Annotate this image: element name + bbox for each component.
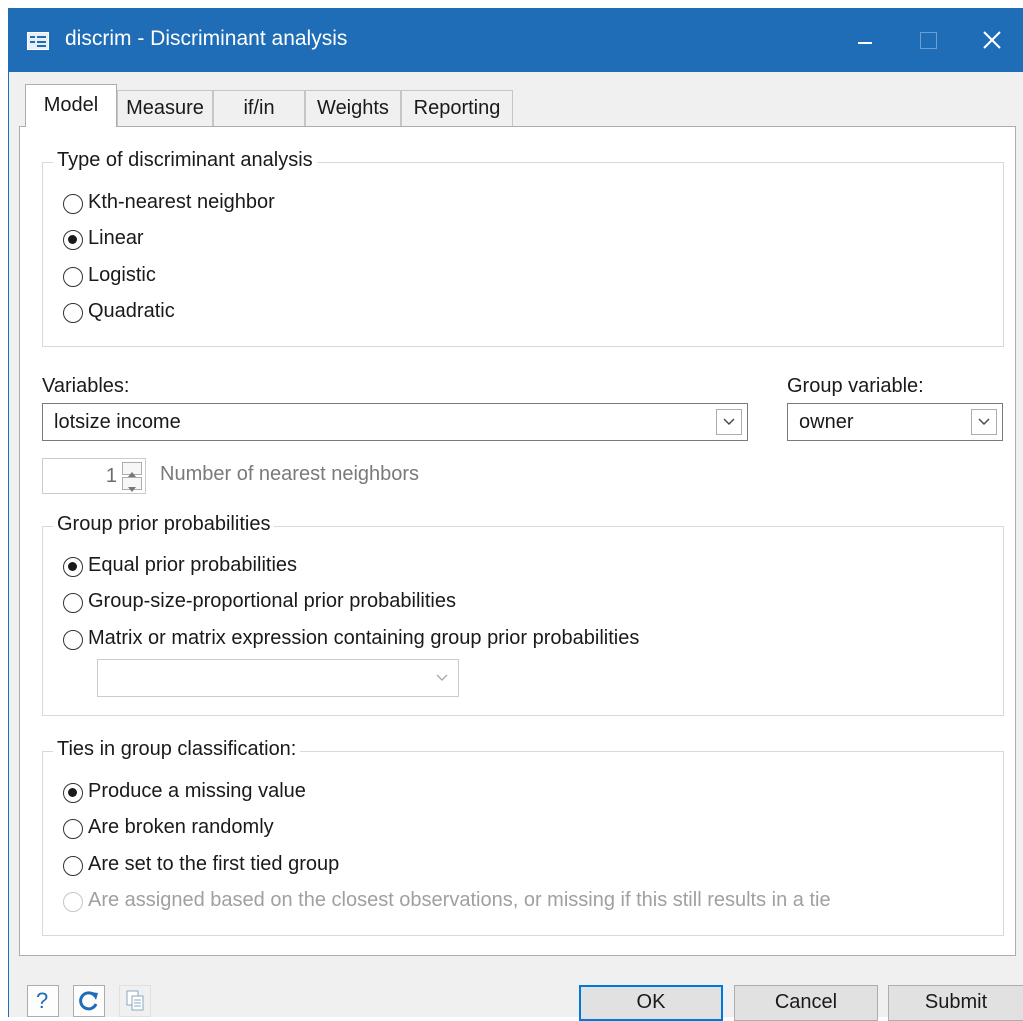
tab-weights[interactable]: Weights — [305, 90, 401, 126]
radio-label: Are set to the first tied group — [88, 853, 340, 875]
priors-title: Group prior probabilities — [53, 513, 275, 536]
refresh-icon — [79, 991, 98, 1011]
group-variable-combo[interactable]: owner — [787, 403, 1003, 441]
chevron-down-icon — [978, 418, 990, 425]
neighbors-label: Number of nearest neighbors — [160, 463, 420, 485]
radio-button[interactable] — [63, 593, 83, 613]
tab-model[interactable]: Model — [25, 84, 117, 127]
radio-button[interactable] — [63, 856, 83, 876]
radio-button[interactable] — [63, 303, 83, 323]
chevron-down-icon — [128, 487, 136, 492]
ok-button[interactable]: OK — [579, 985, 723, 1021]
tab-if-in[interactable]: if/in — [213, 90, 305, 126]
radio-button[interactable] — [63, 230, 83, 250]
radio-button[interactable] — [63, 194, 83, 214]
help-button[interactable]: ? — [27, 985, 59, 1017]
chevron-down-icon — [723, 418, 735, 425]
group-variable-label: Group variable: — [787, 375, 924, 397]
radio-label: Group-size-proportional prior probabilit… — [88, 590, 456, 612]
spin-down-button[interactable] — [122, 477, 142, 492]
copy-icon — [126, 990, 144, 1011]
radio-label: Quadratic — [88, 300, 175, 322]
tab-reporting[interactable]: Reporting — [401, 90, 513, 126]
title-bar[interactable]: discrim - Discriminant analysis — [9, 8, 1023, 72]
maximize-button[interactable] — [896, 8, 960, 72]
radio-label: Linear — [88, 227, 144, 249]
priors-group: Group prior probabilities Equal prior pr… — [42, 513, 1004, 716]
help-icon: ? — [36, 988, 49, 1013]
radio-label: Matrix or matrix expression containing g… — [88, 627, 640, 649]
spinner-buttons — [122, 462, 142, 492]
group-variable-value: owner — [799, 411, 854, 433]
matrix-combo[interactable] — [97, 659, 459, 697]
window-title: discrim - Discriminant analysis — [65, 27, 348, 50]
maximize-icon — [920, 32, 937, 49]
ties-group: Ties in group classification: Produce a … — [42, 738, 1004, 936]
tab-measure[interactable]: Measure — [117, 90, 213, 126]
spin-up-button[interactable] — [122, 462, 142, 477]
dialog-icon — [27, 32, 49, 50]
minimize-icon — [858, 42, 872, 44]
radio-button[interactable] — [63, 557, 83, 577]
radio-label: Are broken randomly — [88, 816, 274, 838]
dialog-window: discrim - Discriminant analysis Model Me… — [8, 8, 1023, 1021]
variables-dropdown-button[interactable] — [716, 409, 742, 435]
submit-button[interactable]: Submit — [888, 985, 1023, 1021]
model-tab-panel: Type of discriminant analysis Kth-neares… — [19, 126, 1016, 956]
radio-button[interactable] — [63, 630, 83, 650]
neighbors-value: 1 — [105, 465, 117, 487]
neighbors-spinner[interactable]: 1 — [42, 458, 146, 494]
radio-button[interactable] — [63, 819, 83, 839]
variables-value: lotsize income — [54, 411, 181, 433]
radio-button[interactable] — [63, 783, 83, 803]
radio-button[interactable] — [63, 267, 83, 287]
close-icon — [983, 31, 1001, 49]
radio-label: Equal prior probabilities — [88, 554, 298, 576]
radio-label: Kth-nearest neighbor — [88, 191, 275, 213]
group-variable-dropdown-button[interactable] — [971, 409, 997, 435]
reset-button[interactable] — [73, 985, 105, 1017]
copy-command-button[interactable] — [119, 985, 151, 1017]
minimize-button[interactable] — [832, 8, 896, 72]
analysis-type-group: Type of discriminant analysis Kth-neares… — [42, 149, 1004, 347]
radio-label: Are assigned based on the closest observ… — [88, 889, 831, 911]
close-button[interactable] — [960, 8, 1023, 72]
radio-button — [63, 892, 83, 912]
analysis-type-title: Type of discriminant analysis — [53, 149, 317, 172]
cancel-button[interactable]: Cancel — [734, 985, 878, 1021]
ties-title: Ties in group classification: — [53, 738, 301, 761]
variables-label: Variables: — [42, 375, 130, 397]
radio-label: Logistic — [88, 264, 156, 286]
chevron-down-icon — [436, 674, 448, 681]
variables-combo[interactable]: lotsize income — [42, 403, 748, 441]
radio-label: Produce a missing value — [88, 780, 306, 802]
